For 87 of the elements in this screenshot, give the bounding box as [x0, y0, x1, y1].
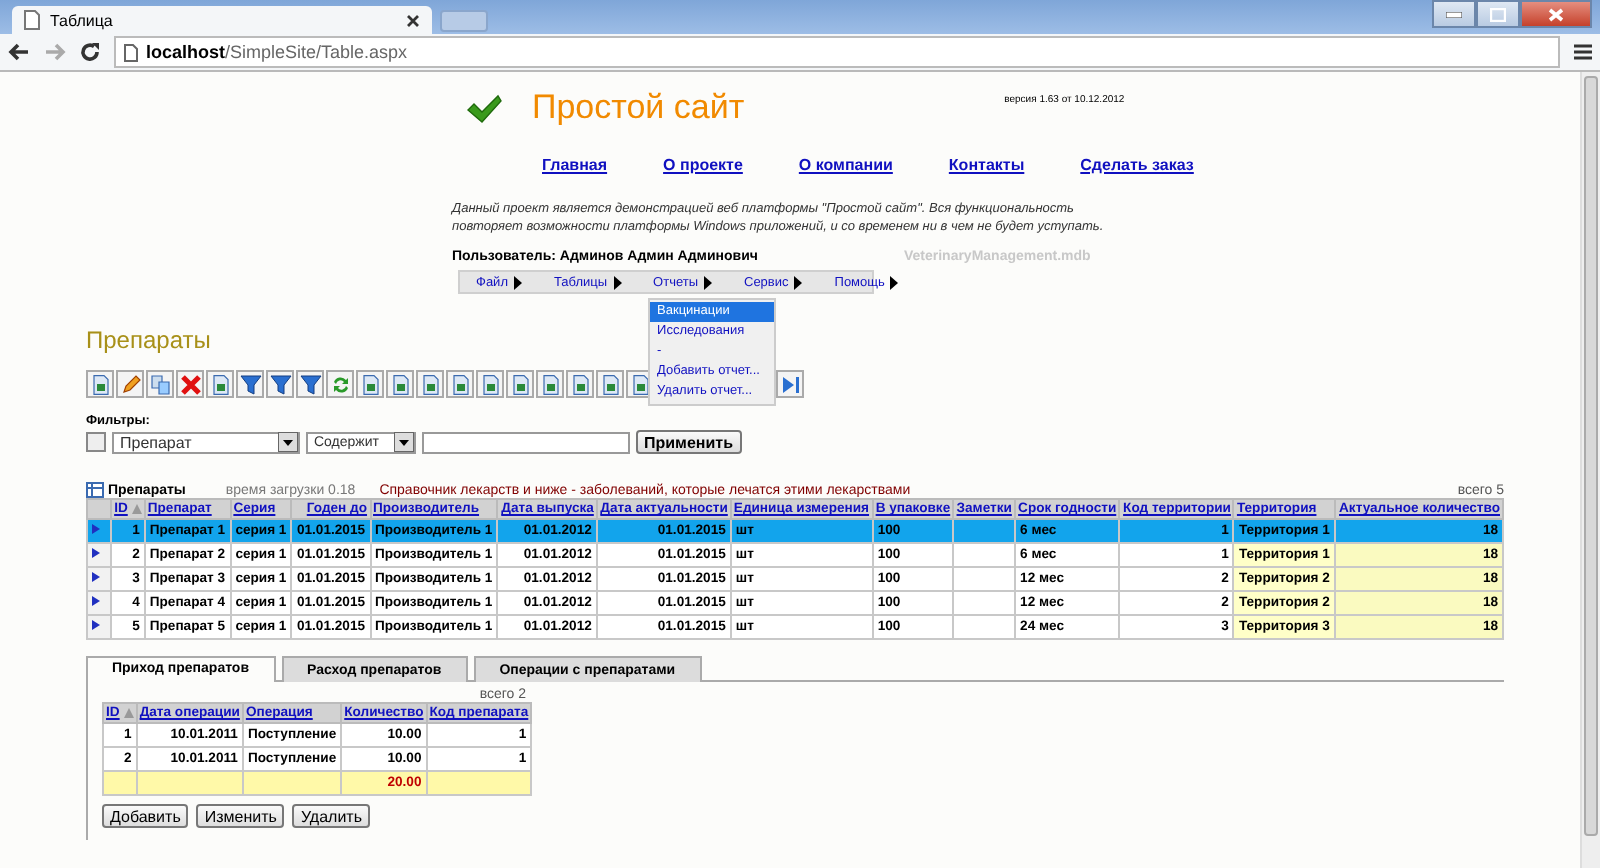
page-icon — [124, 43, 138, 61]
checkmark-icon — [466, 93, 502, 123]
nav-link[interactable]: Контакты — [948, 156, 1025, 174]
submenu-arrow-icon — [704, 275, 712, 289]
filter-checkbox[interactable] — [86, 432, 106, 452]
document-icon — [539, 373, 561, 395]
dropdown-arrow-icon — [278, 432, 298, 452]
field-dropdown[interactable]: Препарат — [112, 431, 300, 453]
document-icon — [509, 373, 531, 395]
sort-icon — [123, 708, 134, 718]
nav-link[interactable]: О компании — [798, 156, 893, 174]
toolbar-button[interactable] — [776, 370, 804, 398]
page-title: Препараты — [86, 326, 211, 354]
funnel-icon — [239, 373, 261, 395]
close-window-button[interactable] — [1520, 0, 1592, 28]
toolbar-button[interactable] — [86, 370, 114, 398]
document-icon — [599, 373, 621, 395]
browser-tab[interactable]: Таблица — [12, 6, 432, 34]
toolbar-button[interactable] — [446, 370, 474, 398]
page-icon — [24, 10, 40, 30]
document-icon — [449, 373, 471, 395]
row-pointer-icon — [92, 620, 100, 630]
toolbar-button[interactable] — [536, 370, 564, 398]
row-pointer-icon — [92, 524, 100, 534]
toolbar-button[interactable] — [416, 370, 444, 398]
toolbar-button[interactable] — [296, 370, 324, 398]
tab-title: Таблица — [50, 11, 113, 29]
nav-link[interactable]: Главная — [542, 156, 608, 174]
filter-value-field[interactable] — [422, 431, 630, 453]
submenu-arrow-icon — [513, 275, 522, 289]
toolbar-button[interactable] — [236, 370, 264, 398]
site-title: Простой сайт — [532, 88, 745, 128]
toolbar-button[interactable] — [326, 370, 354, 398]
copy-icon — [149, 373, 171, 395]
back-arrow-icon[interactable] — [8, 42, 30, 62]
submenu-arrow-icon — [794, 275, 803, 289]
document-icon — [89, 373, 111, 395]
funnel-icon — [269, 373, 291, 395]
cross-icon — [179, 373, 201, 395]
action-button[interactable]: Изменить — [196, 804, 285, 828]
scrollbar[interactable] — [1580, 72, 1600, 868]
table-icon — [86, 482, 104, 498]
minimize-button[interactable] — [1432, 0, 1476, 28]
toolbar-button[interactable] — [386, 370, 414, 398]
submenu-arrow-icon — [613, 275, 622, 289]
arrows-icon — [329, 373, 351, 395]
nav-link[interactable]: О проекте — [663, 156, 743, 174]
scrollbar-thumb[interactable] — [1584, 76, 1598, 837]
maximize-button[interactable] — [1476, 0, 1520, 28]
toolbar-button[interactable] — [206, 370, 234, 398]
document-icon — [479, 373, 501, 395]
nav-link[interactable]: Сделать заказ — [1080, 156, 1194, 174]
toolbar-button[interactable] — [596, 370, 624, 398]
dropdown-arrow-icon — [394, 432, 414, 452]
row-pointer-icon — [92, 548, 100, 558]
menu-icon[interactable] — [1574, 44, 1592, 60]
maximize-icon — [1490, 7, 1506, 21]
apply-button[interactable]: Применить — [636, 430, 742, 454]
action-button[interactable]: Удалить — [292, 804, 370, 828]
toolbar-button[interactable] — [176, 370, 204, 398]
close-icon — [1548, 7, 1564, 21]
last-page-icon — [779, 373, 801, 395]
toolbar-button[interactable] — [116, 370, 144, 398]
toolbar-button[interactable] — [266, 370, 294, 398]
toolbar-button[interactable] — [146, 370, 174, 398]
action-button[interactable]: Добавить — [102, 804, 189, 828]
funnel-icon — [299, 373, 321, 395]
minimize-icon — [1446, 11, 1462, 17]
toolbar-button[interactable] — [566, 370, 594, 398]
address-bar[interactable]: localhost/SimpleSite/Table.aspx — [114, 36, 1560, 68]
pencil-icon — [119, 373, 141, 395]
row-pointer-icon — [92, 596, 100, 606]
row-pointer-icon — [92, 572, 100, 582]
document-icon — [389, 373, 411, 395]
document-icon — [359, 373, 381, 395]
url-text: localhost/SimpleSite/Table.aspx — [146, 42, 408, 62]
toolbar-button[interactable] — [476, 370, 504, 398]
close-icon[interactable] — [406, 13, 420, 27]
reload-icon[interactable] — [80, 42, 100, 62]
toolbar-button[interactable] — [506, 370, 534, 398]
document-icon — [419, 373, 441, 395]
document-icon — [569, 373, 591, 395]
document-icon — [629, 373, 651, 395]
sort-icon — [131, 504, 142, 514]
document-icon — [209, 373, 231, 395]
toolbar-button[interactable] — [356, 370, 384, 398]
submenu-arrow-icon — [890, 275, 899, 289]
